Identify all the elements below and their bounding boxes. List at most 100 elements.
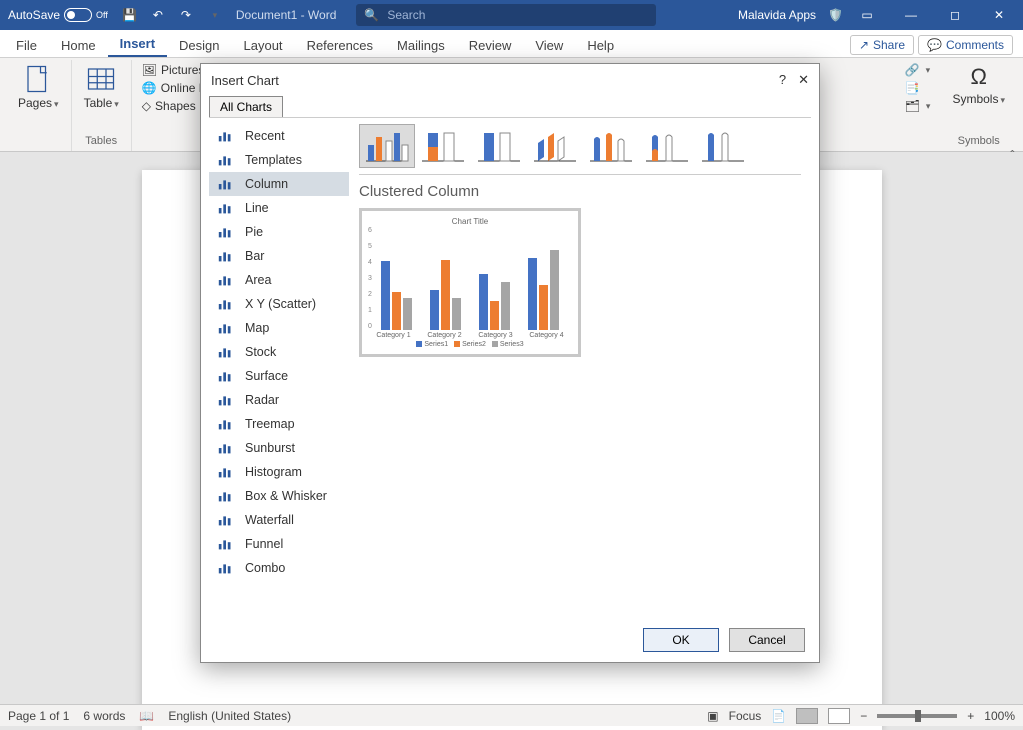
status-page[interactable]: Page 1 of 1 bbox=[8, 709, 69, 723]
view-print-icon[interactable] bbox=[796, 708, 818, 724]
category-icon bbox=[217, 248, 235, 264]
zoom-in-icon[interactable]: + bbox=[967, 709, 974, 723]
preview-category-label: Category 2 bbox=[427, 332, 461, 339]
view-read-icon[interactable]: 📄 bbox=[771, 709, 786, 723]
help-icon[interactable]: ? bbox=[779, 72, 786, 88]
tab-design[interactable]: Design bbox=[167, 34, 231, 57]
category-label: Area bbox=[245, 273, 271, 287]
status-focus[interactable]: Focus bbox=[729, 709, 762, 723]
chart-category-box-whisker[interactable]: Box & Whisker bbox=[209, 484, 349, 508]
close-icon[interactable]: ✕ bbox=[979, 0, 1019, 30]
autosave-toggle[interactable]: AutoSave Off bbox=[0, 8, 116, 22]
extra-button-2[interactable]: 📑 bbox=[903, 80, 933, 96]
category-label: Pie bbox=[245, 225, 263, 239]
category-label: Box & Whisker bbox=[245, 489, 327, 503]
user-name[interactable]: Malavida Apps bbox=[738, 8, 816, 22]
save-icon[interactable]: 💾 bbox=[116, 0, 144, 30]
chart-subtype-4[interactable] bbox=[583, 124, 639, 168]
tab-view[interactable]: View bbox=[523, 34, 575, 57]
category-icon bbox=[217, 464, 235, 480]
tab-layout[interactable]: Layout bbox=[232, 34, 295, 57]
chart-category-treemap[interactable]: Treemap bbox=[209, 412, 349, 436]
chart-subtype-0[interactable] bbox=[359, 124, 415, 168]
toggle-off-icon bbox=[64, 8, 92, 22]
legend-item: Series2 bbox=[454, 341, 486, 348]
chart-category-templates[interactable]: Templates bbox=[209, 148, 349, 172]
chart-category-bar[interactable]: Bar bbox=[209, 244, 349, 268]
online-pictures-icon: 🌐 bbox=[142, 81, 157, 95]
dialog-tabstrip: All Charts bbox=[201, 96, 819, 117]
chart-subtype-3[interactable] bbox=[527, 124, 583, 168]
category-label: Waterfall bbox=[245, 513, 294, 527]
tab-help[interactable]: Help bbox=[575, 34, 626, 57]
chart-subtype-2[interactable] bbox=[471, 124, 527, 168]
tab-file[interactable]: File bbox=[4, 34, 49, 57]
status-words[interactable]: 6 words bbox=[83, 709, 125, 723]
chart-category-area[interactable]: Area bbox=[209, 268, 349, 292]
minimize-icon[interactable]: — bbox=[891, 0, 931, 30]
tab-review[interactable]: Review bbox=[457, 34, 524, 57]
chart-category-recent[interactable]: Recent bbox=[209, 124, 349, 148]
proofing-icon[interactable]: 📖 bbox=[139, 709, 154, 723]
symbols-button[interactable]: Ω Symbols bbox=[948, 62, 1009, 108]
chart-category-x-y-scatter-[interactable]: X Y (Scatter) bbox=[209, 292, 349, 316]
group-pages: Pages bbox=[6, 60, 72, 151]
comments-button[interactable]: 💬Comments bbox=[918, 35, 1013, 55]
share-button[interactable]: ↗Share bbox=[850, 35, 914, 55]
chart-category-funnel[interactable]: Funnel bbox=[209, 532, 349, 556]
chart-category-column[interactable]: Column bbox=[209, 172, 349, 196]
status-language[interactable]: English (United States) bbox=[168, 709, 291, 723]
title-bar: AutoSave Off 💾 ↶ ↷ Document1 - Word 🔍 Se… bbox=[0, 0, 1023, 30]
dialog-close-icon[interactable]: ✕ bbox=[798, 72, 809, 88]
qat-dropdown[interactable] bbox=[200, 0, 228, 30]
subtype-icon bbox=[532, 127, 578, 165]
preview-bar bbox=[501, 282, 510, 330]
pages-button[interactable]: Pages bbox=[14, 62, 63, 112]
chart-category-map[interactable]: Map bbox=[209, 316, 349, 340]
undo-icon[interactable]: ↶ bbox=[144, 0, 172, 30]
view-web-icon[interactable] bbox=[828, 708, 850, 724]
chart-category-pie[interactable]: Pie bbox=[209, 220, 349, 244]
chart-category-radar[interactable]: Radar bbox=[209, 388, 349, 412]
zoom-slider[interactable] bbox=[877, 714, 957, 718]
category-label: Recent bbox=[245, 129, 285, 143]
category-icon bbox=[217, 200, 235, 216]
chart-category-histogram[interactable]: Histogram bbox=[209, 460, 349, 484]
chart-category-surface[interactable]: Surface bbox=[209, 364, 349, 388]
user-avatar-icon[interactable]: 🛡️ bbox=[828, 8, 843, 22]
extra-button-3[interactable]: 🗂 bbox=[903, 98, 933, 114]
chart-category-waterfall[interactable]: Waterfall bbox=[209, 508, 349, 532]
chart-subtype-5[interactable] bbox=[639, 124, 695, 168]
chart-preview[interactable]: Chart Title 0123456 Category 1Category 2… bbox=[359, 208, 581, 357]
chart-category-line[interactable]: Line bbox=[209, 196, 349, 220]
tab-insert[interactable]: Insert bbox=[108, 32, 167, 57]
chart-category-sunburst[interactable]: Sunburst bbox=[209, 436, 349, 460]
share-icon: ↗ bbox=[859, 38, 869, 52]
ribbon-display-icon[interactable]: ▭ bbox=[847, 0, 887, 30]
focus-icon[interactable]: ▣ bbox=[707, 709, 718, 723]
zoom-level[interactable]: 100% bbox=[984, 709, 1015, 723]
extra-button-1[interactable]: 🔗 bbox=[903, 62, 933, 78]
category-icon bbox=[217, 224, 235, 240]
cancel-button[interactable]: Cancel bbox=[729, 628, 805, 652]
chart-subtype-1[interactable] bbox=[415, 124, 471, 168]
search-input[interactable]: 🔍 Search bbox=[356, 4, 656, 26]
chart-subtype-6[interactable] bbox=[695, 124, 751, 168]
tab-references[interactable]: References bbox=[295, 34, 385, 57]
tab-all-charts[interactable]: All Charts bbox=[209, 96, 283, 117]
ok-button[interactable]: OK bbox=[643, 628, 719, 652]
maximize-icon[interactable]: ◻ bbox=[935, 0, 975, 30]
redo-icon[interactable]: ↷ bbox=[172, 0, 200, 30]
category-label: Surface bbox=[245, 369, 288, 383]
chart-category-combo[interactable]: Combo bbox=[209, 556, 349, 580]
tab-home[interactable]: Home bbox=[49, 34, 108, 57]
group-label-symbols: Symbols bbox=[958, 135, 1000, 147]
chart-category-stock[interactable]: Stock bbox=[209, 340, 349, 364]
category-label: Combo bbox=[245, 561, 285, 575]
preview-bar bbox=[550, 250, 559, 330]
subtype-icon bbox=[644, 127, 690, 165]
cross-ref-icon: 🗂 bbox=[905, 99, 920, 113]
table-button[interactable]: Table bbox=[80, 62, 123, 112]
zoom-out-icon[interactable]: − bbox=[860, 709, 867, 723]
tab-mailings[interactable]: Mailings bbox=[385, 34, 457, 57]
